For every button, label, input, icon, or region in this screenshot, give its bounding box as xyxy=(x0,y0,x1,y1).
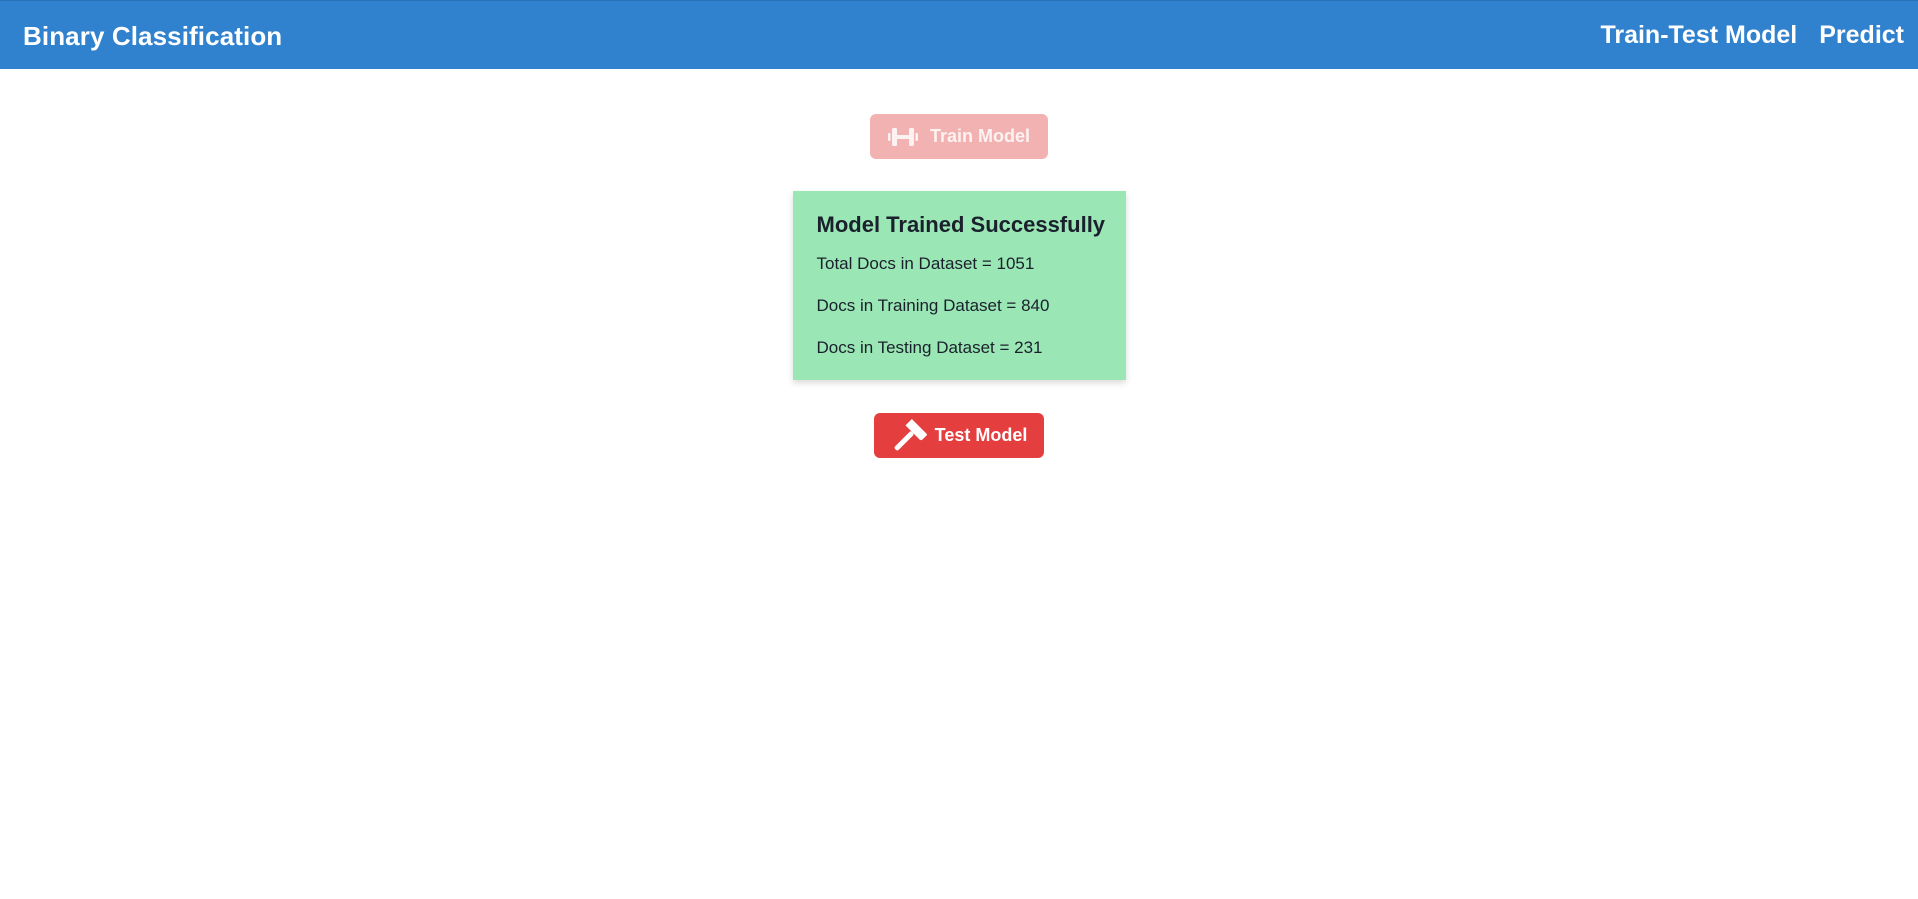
training-result-card: Model Trained Successfully Total Docs in… xyxy=(792,191,1126,380)
app-brand[interactable]: Binary Classification xyxy=(23,21,282,52)
nav-link-predict[interactable]: Predict xyxy=(1819,21,1904,50)
total-docs-text: Total Docs in Dataset = 1051 xyxy=(816,254,1035,273)
main-content: Train Model Model Trained Successfully T… xyxy=(0,69,1918,458)
navbar: Binary Classification Train-Test Model P… xyxy=(0,0,1918,69)
training-docs-text: Docs in Training Dataset = 840 xyxy=(816,296,1050,315)
train-model-button[interactable]: Train Model xyxy=(870,114,1048,159)
nav-links: Train-Test Model Predict xyxy=(1578,21,1904,50)
train-model-label: Train Model xyxy=(929,126,1030,146)
test-model-button[interactable]: Test Model xyxy=(874,413,1044,458)
test-model-label: Test Model xyxy=(934,425,1028,445)
dumbbell-icon xyxy=(887,126,918,148)
testing-docs-text: Docs in Testing Dataset = 231 xyxy=(816,338,1043,357)
card-title: Model Trained Successfully xyxy=(816,212,1106,237)
hammer-icon xyxy=(891,418,927,453)
nav-link-train-test-model[interactable]: Train-Test Model xyxy=(1600,21,1797,50)
